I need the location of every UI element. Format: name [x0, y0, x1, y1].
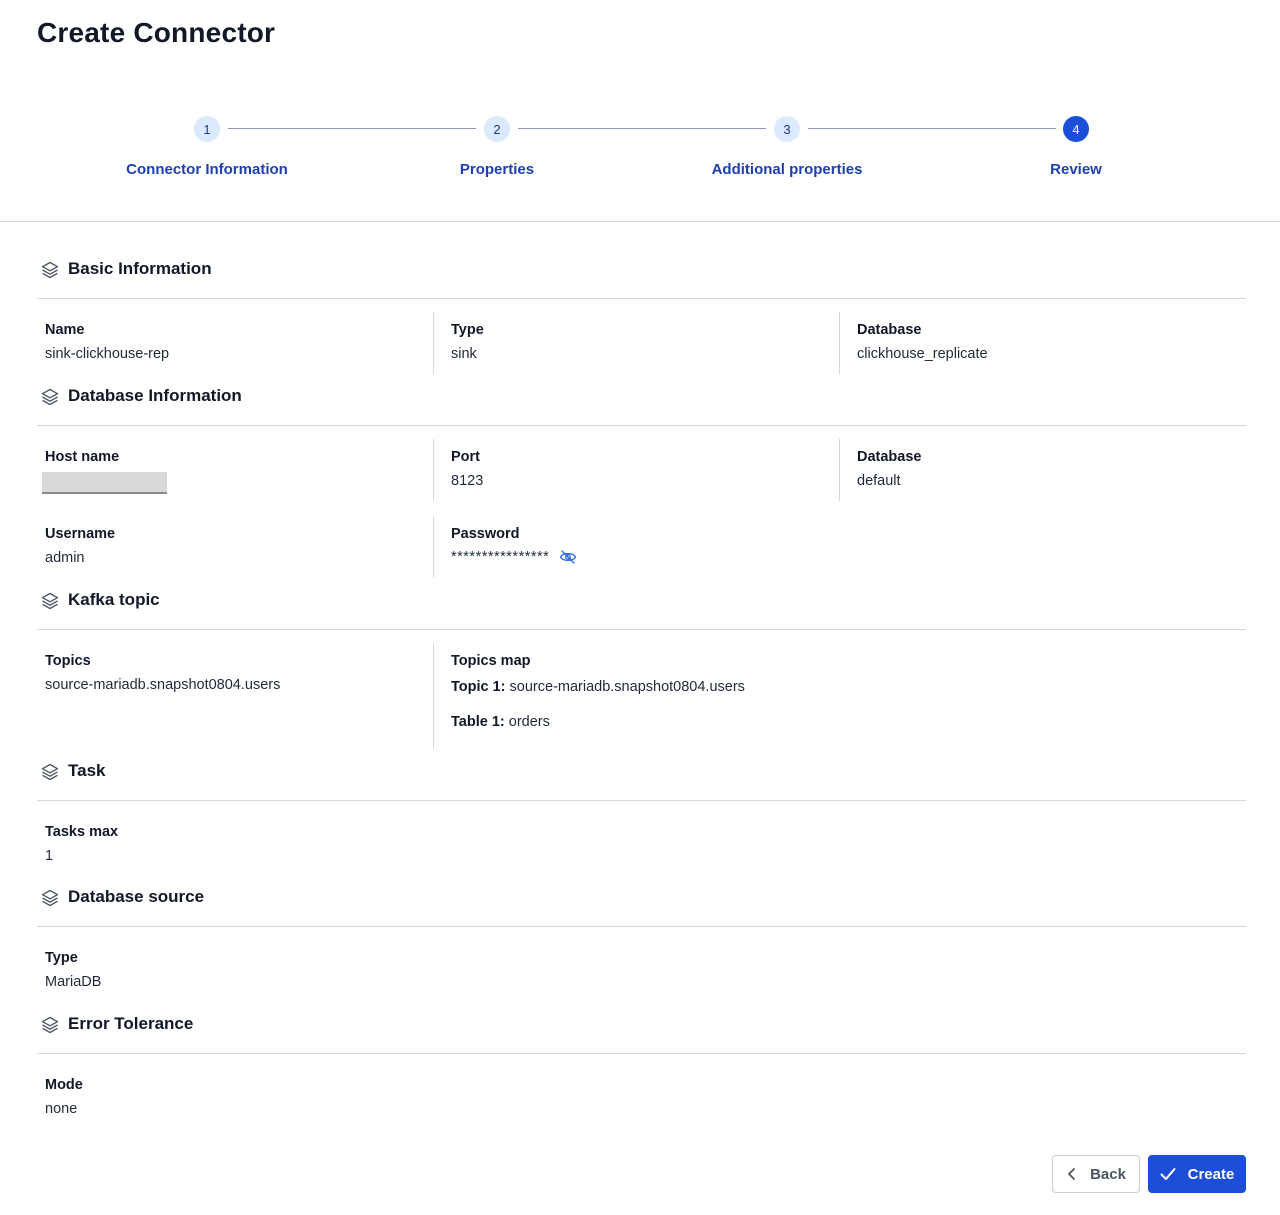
field-value: source-mariadb.snapshot0804.users [45, 677, 281, 693]
field-topics-map: Topics map Topic 1: source-mariadb.snaps… [451, 653, 745, 730]
field-label: Username [45, 526, 116, 542]
field-tasks-max: Tasks max 1 [45, 824, 118, 864]
field-database: Database clickhouse_replicate [857, 322, 988, 362]
column-divider [433, 439, 434, 501]
column-divider [433, 643, 434, 749]
column-divider [433, 516, 434, 578]
section-title: Basic Information [68, 259, 212, 278]
field-value: sink-clickhouse-rep [45, 346, 170, 362]
column-divider [433, 312, 434, 374]
step-connector-information[interactable]: 1 Connector Information [77, 116, 337, 178]
section-database-information: Database Information [37, 386, 1246, 426]
field-label: Tasks max [45, 824, 119, 840]
step-additional-properties[interactable]: 3 Additional properties [657, 116, 917, 178]
field-value: MariaDB [45, 974, 102, 990]
section-title: Error Tolerance [68, 1014, 194, 1033]
column-divider [839, 312, 840, 374]
step-number: 1 [194, 116, 220, 142]
kv-key: Table 1: [451, 714, 505, 730]
back-button-label: Back [1090, 1165, 1126, 1183]
section-database-source: Database source [37, 887, 1246, 927]
field-label: Type [45, 950, 78, 966]
field-type: Type sink [451, 322, 484, 362]
field-database: Database default [857, 449, 921, 489]
step-label: Connector Information [126, 161, 288, 178]
field-value: 8123 [451, 473, 484, 489]
kv-value: orders [508, 714, 550, 730]
step-label: Properties [459, 161, 535, 178]
field-host-name: Host name [45, 449, 119, 465]
layers-icon [41, 889, 59, 907]
field-value: none [45, 1101, 78, 1117]
field-label: Topics [45, 653, 91, 669]
field-label: Name [45, 322, 85, 338]
field-label: Database [857, 449, 922, 465]
section-task: Task [37, 761, 1246, 801]
section-title: Database source [68, 887, 205, 906]
section-basic-information: Basic Information [37, 259, 1246, 299]
redacted-host-value [42, 472, 167, 494]
section-error-tolerance: Error Tolerance [37, 1014, 1246, 1054]
step-label: Additional properties [711, 161, 863, 178]
kv-key: Topic 1: [451, 679, 506, 695]
kv-value: source-mariadb.snapshot0804.users [509, 679, 745, 695]
section-kafka-topic: Kafka topic [37, 590, 1246, 630]
column-divider [839, 439, 840, 501]
field-value: clickhouse_replicate [857, 346, 988, 362]
password-row: **************** [451, 548, 577, 566]
field-value: 1 [45, 848, 54, 864]
field-label: Mode [45, 1077, 83, 1093]
step-number: 3 [774, 116, 800, 142]
step-label: Review [1050, 161, 1102, 178]
step-review[interactable]: 4 Review [946, 116, 1206, 178]
password-value: **************** [451, 549, 550, 565]
create-button-label: Create [1187, 1165, 1235, 1183]
field-value: default [857, 473, 901, 489]
field-name: Name sink-clickhouse-rep [45, 322, 169, 362]
layers-icon [41, 261, 59, 279]
field-value: sink [451, 346, 477, 362]
field-password: Password **************** [451, 526, 577, 566]
field-label: Topics map [451, 653, 531, 669]
field-label: Host name [45, 449, 120, 465]
header-divider [0, 221, 1280, 222]
stepper: 1 Connector Information 2 Properties 3 A… [0, 116, 1280, 186]
create-button[interactable]: Create [1148, 1155, 1246, 1193]
field-label: Password [451, 526, 520, 542]
layers-icon [41, 763, 59, 781]
page-title: Create Connector [37, 17, 276, 48]
step-number: 4 [1063, 116, 1089, 142]
topics-map-topic-1: Topic 1: source-mariadb.snapshot0804.use… [451, 679, 745, 695]
field-username: Username admin [45, 526, 115, 566]
topics-map-table-1: Table 1: orders [451, 714, 745, 730]
field-port: Port 8123 [451, 449, 483, 489]
check-icon [1160, 1168, 1176, 1180]
section-title: Kafka topic [68, 590, 160, 609]
field-mode: Mode none [45, 1077, 83, 1117]
section-title: Database Information [68, 386, 242, 405]
chevron-left-icon [1068, 1168, 1075, 1180]
field-topics: Topics source-mariadb.snapshot0804.users [45, 653, 280, 693]
field-value: admin [45, 550, 85, 566]
field-label: Database [857, 322, 922, 338]
field-source-type: Type MariaDB [45, 950, 101, 990]
step-number: 2 [484, 116, 510, 142]
create-connector-page: Create Connector 1 Connector Information… [0, 0, 1280, 1215]
section-title: Task [68, 761, 106, 780]
eye-off-icon[interactable] [559, 548, 577, 566]
back-button[interactable]: Back [1052, 1155, 1140, 1193]
layers-icon [41, 388, 59, 406]
layers-icon [41, 592, 59, 610]
field-label: Type [451, 322, 484, 338]
step-properties[interactable]: 2 Properties [367, 116, 627, 178]
field-label: Port [451, 449, 480, 465]
layers-icon [41, 1016, 59, 1034]
